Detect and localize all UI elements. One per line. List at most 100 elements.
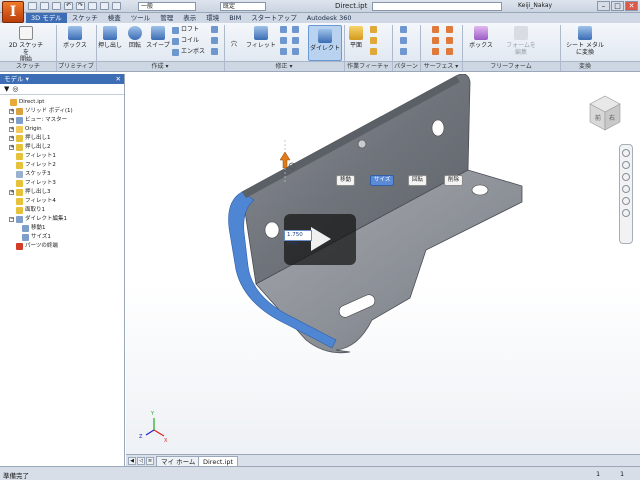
browser-tree-item[interactable]: パーツの終端 bbox=[0, 242, 124, 251]
direct-edit-button[interactable]: ダイレクト bbox=[308, 25, 342, 61]
extend-button[interactable] bbox=[446, 48, 453, 55]
ucs-button[interactable] bbox=[370, 48, 377, 55]
browser-tree-item[interactable]: スケッチ3 bbox=[0, 170, 124, 179]
save-icon[interactable] bbox=[52, 2, 61, 10]
edit-form-button[interactable]: フォームを 編集 bbox=[504, 26, 538, 56]
tree-expander-icon[interactable]: + bbox=[9, 127, 14, 132]
stitch-button[interactable] bbox=[432, 37, 439, 44]
browser-tree-item[interactable]: + Origin bbox=[0, 125, 124, 134]
chamfer-button[interactable] bbox=[280, 26, 287, 33]
extrude-button[interactable]: 押し出し bbox=[97, 26, 123, 49]
mini-toolbar-delete[interactable]: 削除 bbox=[444, 175, 464, 186]
select-icon[interactable] bbox=[100, 2, 109, 10]
ribbon-tab[interactable]: スタートアップ bbox=[246, 13, 302, 23]
appearance-combo[interactable]: 既定 bbox=[220, 2, 266, 11]
zoom-icon[interactable] bbox=[622, 173, 630, 181]
look-at-icon[interactable] bbox=[622, 197, 630, 205]
loft-button[interactable]: ロフト bbox=[172, 26, 199, 34]
size-value-input[interactable]: 1.750 mm bbox=[284, 230, 312, 247]
browser-tree-item[interactable]: フィレット4 bbox=[0, 197, 124, 206]
plane-button[interactable]: 平面 bbox=[345, 26, 367, 49]
patch-button[interactable] bbox=[211, 48, 218, 55]
browser-tree-item[interactable]: フィレット2 bbox=[0, 161, 124, 170]
hole-button[interactable]: 穴 bbox=[226, 41, 242, 48]
derive-button[interactable] bbox=[211, 37, 218, 44]
move-arrow-handle[interactable] bbox=[279, 151, 291, 169]
split-button[interactable] bbox=[292, 37, 299, 44]
maximize-button[interactable]: □ bbox=[611, 1, 624, 11]
mini-toolbar-size[interactable]: サイズ bbox=[370, 175, 395, 186]
browser-tree-item[interactable]: − ダイレクト編集1 bbox=[0, 215, 124, 224]
browser-tree-item[interactable]: サイズ1 bbox=[0, 233, 124, 242]
browser-tree-item[interactable]: + 押し出し3 bbox=[0, 188, 124, 197]
ribbon-tab[interactable]: 3D モデル bbox=[26, 13, 67, 23]
start-2d-sketch-button[interactable]: 2D スケッチを 開始 bbox=[6, 26, 46, 63]
rib-button[interactable] bbox=[211, 26, 218, 33]
help-search-input[interactable] bbox=[372, 2, 502, 11]
ribbon-tab[interactable]: スケッチ bbox=[67, 13, 103, 23]
graphics-viewport[interactable]: X Y Z 移動 サイズ 回転 削除 1.750 mm 前 右 bbox=[126, 74, 640, 454]
patch-surface-button[interactable] bbox=[446, 26, 453, 33]
material-combo[interactable]: 一般 bbox=[138, 2, 196, 11]
coil-button[interactable]: コイル bbox=[172, 37, 199, 45]
browser-tree-item[interactable]: Direct.ipt bbox=[0, 98, 124, 107]
steering-wheel-icon[interactable] bbox=[622, 149, 630, 157]
ribbon-tab[interactable]: 環境 bbox=[201, 13, 224, 23]
user-name[interactable]: Keiji_Nakay bbox=[518, 2, 552, 9]
ribbon-tab[interactable]: Autodesk 360 bbox=[302, 13, 357, 23]
thread-button[interactable] bbox=[292, 26, 299, 33]
mini-toolbar-move[interactable]: 移動 bbox=[336, 175, 356, 186]
axis-button[interactable] bbox=[370, 26, 377, 33]
update-icon[interactable] bbox=[112, 2, 121, 10]
browser-tree-item[interactable]: 移動1 bbox=[0, 224, 124, 233]
box-button[interactable]: ボックス bbox=[60, 26, 90, 49]
thicken-button[interactable] bbox=[432, 26, 439, 33]
browser-tree-item[interactable]: + 押し出し1 bbox=[0, 134, 124, 143]
close-button[interactable]: ✕ bbox=[625, 1, 638, 11]
point-button[interactable] bbox=[370, 37, 377, 44]
circ-pattern-button[interactable] bbox=[400, 37, 407, 44]
browser-tree-item[interactable]: + ビュー: マスター bbox=[0, 116, 124, 125]
undo-icon[interactable]: ↶ bbox=[64, 2, 73, 10]
application-menu-button[interactable]: I bbox=[2, 1, 24, 23]
rect-pattern-button[interactable] bbox=[400, 26, 407, 33]
pan-icon[interactable] bbox=[622, 161, 630, 169]
tab-nav-prev[interactable]: ◁ bbox=[137, 457, 145, 465]
tab-nav-first[interactable]: ◀ bbox=[128, 457, 136, 465]
shell-button[interactable] bbox=[280, 37, 287, 44]
freeform-box-button[interactable]: ボックス bbox=[466, 26, 496, 49]
convert-sheet-metal-button[interactable]: シート メタル に変換 bbox=[562, 26, 608, 56]
combine-button[interactable] bbox=[292, 48, 299, 55]
browser-tree-item[interactable]: + ソリッド ボディ(1) bbox=[0, 107, 124, 116]
nav-options-icon[interactable] bbox=[622, 209, 630, 217]
browser-tree-item[interactable]: 面取り1 bbox=[0, 206, 124, 215]
browser-tree-item[interactable]: フィレット3 bbox=[0, 179, 124, 188]
home-icon[interactable] bbox=[88, 2, 97, 10]
emboss-button[interactable]: エンボス bbox=[172, 48, 205, 56]
mirror-button[interactable] bbox=[400, 48, 407, 55]
browser-tree-item[interactable]: + 押し出し2 bbox=[0, 143, 124, 152]
browser-tree-item[interactable]: フィレット1 bbox=[0, 152, 124, 161]
part-model[interactable]: X Y Z bbox=[126, 74, 640, 454]
sculpt-button[interactable] bbox=[432, 48, 439, 55]
draft-button[interactable] bbox=[280, 48, 287, 55]
browser-close-button[interactable]: ✕ bbox=[116, 74, 121, 84]
fillet-button[interactable]: フィレット bbox=[244, 26, 278, 49]
tree-expander-icon[interactable]: + bbox=[9, 136, 14, 141]
mini-toolbar-rotate[interactable]: 回転 bbox=[408, 175, 428, 186]
filter-icon[interactable]: ▼ bbox=[4, 86, 9, 93]
tab-direct-ipt[interactable]: Direct.ipt bbox=[198, 456, 239, 466]
revolve-button[interactable]: 回転 bbox=[124, 26, 146, 49]
find-icon[interactable]: ◎ bbox=[12, 86, 18, 93]
open-icon[interactable] bbox=[40, 2, 49, 10]
tab-my-home[interactable]: マイ ホーム bbox=[156, 456, 201, 466]
browser-title[interactable]: モデル ▾ bbox=[4, 75, 29, 83]
sweep-button[interactable]: スイープ bbox=[146, 26, 170, 49]
tree-expander-icon[interactable]: + bbox=[9, 190, 14, 195]
tree-expander-icon[interactable]: + bbox=[9, 109, 14, 114]
group-label-modify[interactable]: 修正 ▾ bbox=[224, 62, 344, 71]
tree-expander-icon[interactable]: − bbox=[9, 217, 14, 222]
ribbon-tab[interactable]: 管理 bbox=[155, 13, 178, 23]
viewcube[interactable]: 前 右 bbox=[588, 94, 622, 134]
group-label-surface[interactable]: サーフェス ▾ bbox=[420, 62, 462, 71]
